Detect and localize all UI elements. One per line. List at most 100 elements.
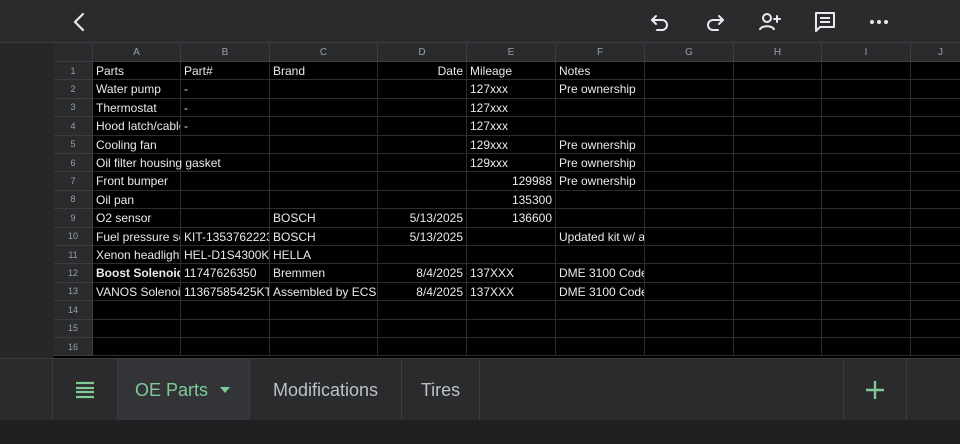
table-cell[interactable] (270, 338, 378, 357)
table-cell[interactable]: Hood latch/cable (93, 117, 181, 136)
table-cell[interactable] (645, 264, 734, 283)
table-cell[interactable] (556, 98, 645, 118)
row-header[interactable]: 6 (54, 154, 93, 173)
table-cell[interactable] (734, 62, 822, 81)
column-header[interactable]: J (911, 43, 960, 62)
table-cell[interactable] (181, 190, 270, 210)
row-header[interactable]: 12 (54, 264, 93, 283)
table-cell[interactable] (734, 319, 822, 338)
table-cell[interactable]: Pre ownership (556, 154, 645, 173)
select-all-corner[interactable] (54, 43, 93, 62)
table-cell[interactable] (822, 319, 911, 338)
row-header[interactable]: 7 (54, 172, 93, 191)
table-cell[interactable] (556, 190, 645, 210)
table-cell[interactable]: Mileage (467, 62, 556, 81)
row-header[interactable]: 9 (54, 209, 93, 228)
table-cell[interactable] (378, 172, 467, 191)
comment-button[interactable] (808, 5, 842, 39)
row-header[interactable]: 13 (54, 282, 93, 302)
table-cell[interactable] (822, 172, 911, 191)
table-cell[interactable]: Parts (93, 62, 181, 81)
column-header[interactable]: A (93, 43, 181, 62)
table-cell[interactable] (645, 319, 734, 338)
table-cell[interactable] (645, 209, 734, 228)
row-header[interactable]: 15 (54, 319, 93, 338)
table-cell[interactable] (270, 80, 378, 99)
table-cell[interactable] (270, 190, 378, 210)
table-cell[interactable] (378, 319, 467, 338)
table-cell[interactable]: 137XXX (467, 264, 556, 283)
redo-button[interactable] (698, 5, 732, 39)
table-cell[interactable]: Xenon headlight (93, 246, 181, 265)
table-cell[interactable] (467, 227, 556, 246)
table-cell[interactable] (734, 154, 822, 173)
column-header[interactable]: F (556, 43, 645, 62)
table-cell[interactable] (378, 80, 467, 99)
row-header[interactable]: 14 (54, 301, 93, 320)
table-cell[interactable] (270, 117, 378, 136)
table-cell[interactable] (822, 98, 911, 118)
table-cell[interactable]: Fuel pressure se (93, 227, 181, 246)
row-header[interactable]: 3 (54, 98, 93, 118)
table-cell[interactable] (467, 319, 556, 338)
table-cell[interactable] (911, 283, 960, 302)
table-cell[interactable]: Bremmen (270, 264, 378, 283)
table-cell[interactable]: 129xxx (467, 154, 556, 173)
table-cell[interactable]: 127xxx (467, 117, 556, 136)
table-cell[interactable] (734, 135, 822, 154)
table-cell[interactable] (822, 80, 911, 99)
table-cell[interactable]: 5/13/2025 (378, 209, 467, 228)
row-header[interactable]: 11 (54, 246, 93, 265)
table-cell[interactable] (822, 154, 911, 173)
table-cell[interactable]: Pre ownership (556, 135, 645, 154)
table-cell[interactable] (378, 190, 467, 210)
table-cell[interactable]: HELLA (270, 246, 378, 265)
table-cell[interactable] (822, 62, 911, 81)
table-cell[interactable]: Water pump (93, 80, 181, 99)
table-cell[interactable] (645, 135, 734, 154)
table-cell[interactable]: 11367585425KT (181, 282, 270, 302)
table-cell[interactable]: Pre ownership (556, 172, 645, 191)
table-cell[interactable] (270, 98, 378, 118)
table-cell[interactable] (645, 117, 734, 136)
back-button[interactable] (63, 5, 97, 39)
table-cell[interactable]: 135300 (467, 190, 556, 210)
table-cell[interactable]: 137XXX (467, 282, 556, 302)
table-cell[interactable] (467, 301, 556, 320)
table-cell[interactable] (911, 320, 960, 338)
table-cell[interactable] (734, 264, 822, 283)
share-button[interactable] (753, 5, 787, 39)
table-cell[interactable] (556, 246, 645, 265)
table-cell[interactable] (181, 338, 270, 357)
row-header[interactable]: 16 (54, 338, 93, 357)
table-cell[interactable] (378, 135, 467, 154)
table-cell[interactable] (822, 117, 911, 136)
table-cell[interactable] (734, 98, 822, 118)
table-cell[interactable] (93, 301, 181, 320)
column-header[interactable]: B (181, 43, 270, 62)
tab-oe-parts[interactable]: OE Parts (118, 359, 250, 421)
table-cell[interactable]: Assembled by ECS (270, 282, 378, 302)
column-header[interactable]: C (270, 43, 378, 62)
table-cell[interactable] (911, 62, 960, 81)
table-cell[interactable] (378, 246, 467, 265)
column-header[interactable]: G (645, 43, 734, 62)
column-header[interactable]: D (378, 43, 467, 62)
table-cell[interactable] (645, 301, 734, 320)
table-cell[interactable]: 129988 (467, 172, 556, 191)
table-cell[interactable] (822, 264, 911, 283)
table-cell[interactable] (467, 338, 556, 357)
table-cell[interactable] (181, 301, 270, 320)
table-cell[interactable] (734, 190, 822, 210)
table-cell[interactable] (556, 338, 645, 357)
table-cell[interactable] (911, 228, 960, 246)
table-cell[interactable] (645, 282, 734, 302)
table-cell[interactable] (645, 338, 734, 357)
table-cell[interactable] (556, 301, 645, 320)
table-cell[interactable]: DME 3100 Code (556, 264, 645, 283)
table-cell[interactable]: BOSCH (270, 209, 378, 228)
table-cell[interactable]: 8/4/2025 (378, 264, 467, 283)
table-cell[interactable]: 11747626350 (181, 264, 270, 283)
table-cell[interactable]: Oil pan (93, 190, 181, 210)
table-cell[interactable]: Updated kit w/ adapter (556, 227, 645, 246)
